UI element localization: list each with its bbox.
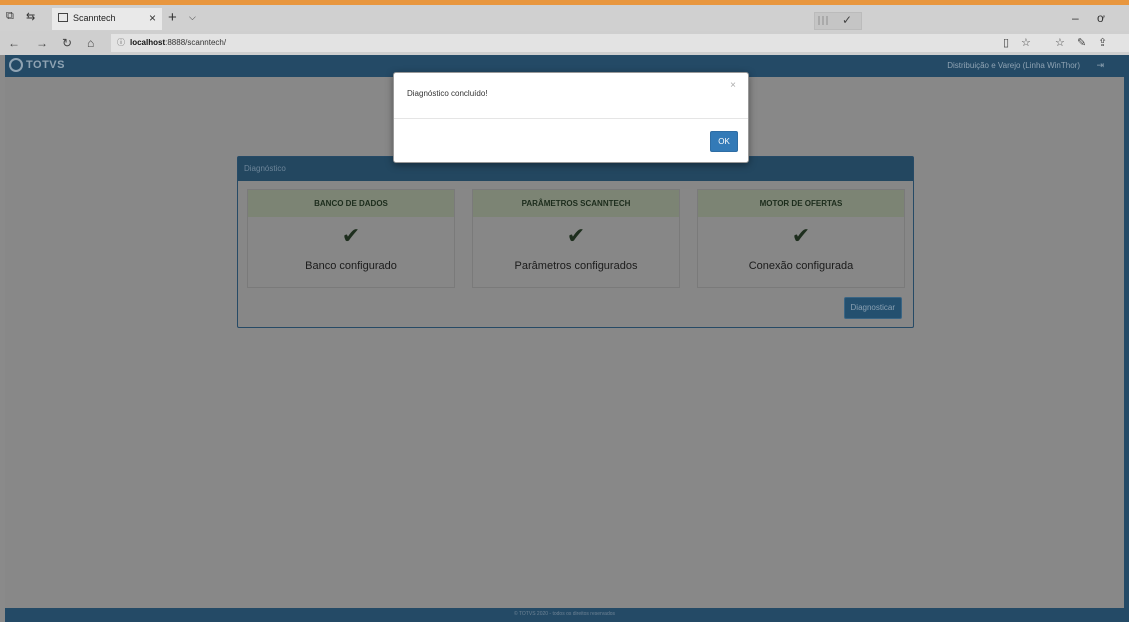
app-footer: © TOTVS 2020 - todos os direitos reserva… xyxy=(5,608,1124,622)
snap-layout-widget[interactable]: ✓ xyxy=(814,12,862,30)
card-title: MOTOR DE OFERTAS xyxy=(759,199,843,208)
check-icon: ✔ xyxy=(341,223,361,248)
totvs-logo-icon xyxy=(9,58,23,72)
check-icon: ✔ xyxy=(566,223,586,248)
share-icon[interactable]: ⇪ xyxy=(1098,36,1107,49)
tab-scanntech[interactable]: Scanntech × xyxy=(52,8,162,30)
favorites-list-icon[interactable]: ☆ xyxy=(1055,36,1065,49)
notes-pen-icon[interactable]: ✎ xyxy=(1077,36,1086,49)
tab-title: Scanntech xyxy=(73,13,116,23)
url-field[interactable] xyxy=(111,34,1129,52)
url-host: localhost xyxy=(130,38,166,47)
url-text: localhost:8888/scanntech/ xyxy=(130,38,226,47)
grid-icon xyxy=(818,16,830,25)
url-path: :8888/scanntech/ xyxy=(165,38,227,47)
tab-dropdown-icon[interactable]: ⌵ xyxy=(189,12,196,23)
ok-button[interactable]: OK xyxy=(710,131,738,152)
minimize-button[interactable]: – xyxy=(1072,11,1079,25)
card-status: Parâmetros configurados xyxy=(514,260,638,272)
tab-actions-icon[interactable]: ⧉ xyxy=(6,10,14,23)
card-scanntech-params: PARÂMETROS SCANNTECH ✔ Parâmetros config… xyxy=(472,189,680,288)
close-tab-icon[interactable]: × xyxy=(149,11,156,25)
browser-address-bar: ← → ↻ ⌂ ⓘ localhost:8888/scanntech/ ▯ ☆ … xyxy=(0,31,1129,55)
card-title: PARÂMETROS SCANNTECH xyxy=(521,199,631,208)
close-icon[interactable]: × xyxy=(730,80,736,91)
site-info-icon[interactable]: ⓘ xyxy=(117,37,125,48)
diagnose-button[interactable]: Diagnosticar xyxy=(843,297,902,319)
logout-icon[interactable]: ⇥ xyxy=(1096,60,1104,71)
check-icon: ✔ xyxy=(791,223,811,248)
footer-copyright: © TOTVS 2020 - todos os direitos reserva… xyxy=(513,611,616,617)
logo-text: TOTVS xyxy=(26,59,65,71)
card-status: Conexão configurada xyxy=(748,260,854,272)
restore-button[interactable]: ơ xyxy=(1097,11,1105,25)
chevron-down-icon: ✓ xyxy=(842,13,853,27)
card-offers-engine: MOTOR DE OFERTAS ✔ Conexão configurada xyxy=(697,189,905,288)
page-icon xyxy=(58,13,68,22)
tab-switch-icon[interactable]: ⇆ xyxy=(26,10,35,23)
favorite-star-icon[interactable]: ☆ xyxy=(1021,36,1031,49)
diagnostic-complete-dialog: Diagnóstico concluído! × OK xyxy=(393,72,749,163)
reading-view-icon[interactable]: ▯ xyxy=(1003,36,1009,49)
dialog-message: Diagnóstico concluído! xyxy=(407,89,488,98)
forward-icon[interactable]: → xyxy=(36,36,48,50)
refresh-icon[interactable]: ↻ xyxy=(62,36,72,50)
panel-title: Diagnóstico xyxy=(244,164,286,173)
back-icon[interactable]: ← xyxy=(8,36,20,50)
browser-tab-bar: ⧉ ⇆ Scanntech × + ⌵ ✓ – ơ xyxy=(0,5,1129,31)
product-name: Distribuição e Varejo (Linha WinThor) xyxy=(947,61,1080,70)
card-title: BANCO DE DADOS xyxy=(314,199,388,208)
card-database: BANCO DE DADOS ✔ Banco configurado xyxy=(247,189,455,288)
page-right-edge xyxy=(1124,55,1129,622)
diagnostic-panel: Diagnóstico BANCO DE DADOS ✔ Banco confi… xyxy=(237,156,914,328)
home-icon[interactable]: ⌂ xyxy=(87,36,94,50)
dialog-divider xyxy=(394,118,748,119)
card-status: Banco configurado xyxy=(305,260,397,272)
new-tab-button[interactable]: + xyxy=(168,9,177,26)
